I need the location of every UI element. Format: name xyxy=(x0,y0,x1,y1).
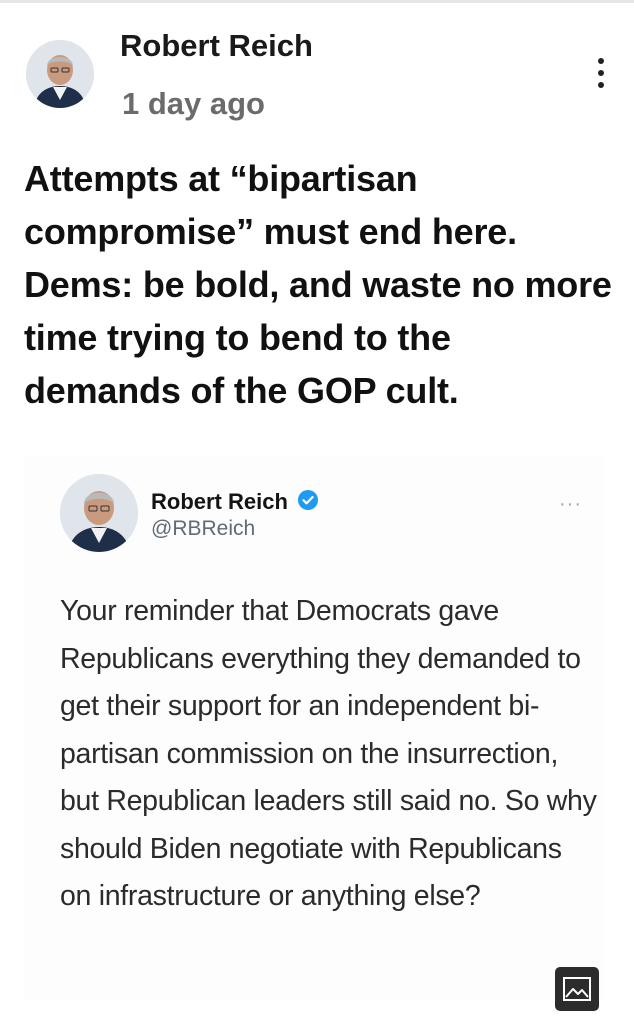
tweet-avatar xyxy=(60,474,138,552)
tweet-body: Your reminder that Democrats gave Republ… xyxy=(60,595,597,912)
post-body: Attempts at “bipartisan compromise” must… xyxy=(24,158,612,411)
image-icon[interactable] xyxy=(555,967,599,1011)
more-vertical-icon[interactable] xyxy=(590,58,612,98)
tweet-handle: @RBReich xyxy=(151,517,256,540)
tweet-more-icon: ··· xyxy=(559,493,582,515)
verified-badge-icon xyxy=(297,489,319,511)
post-timestamp: 1 day ago xyxy=(122,86,265,121)
post-author-name[interactable]: Robert Reich xyxy=(120,28,313,64)
top-divider xyxy=(0,0,634,3)
author-avatar[interactable] xyxy=(26,40,94,108)
tweet-author-name: Robert Reich xyxy=(151,489,288,514)
embedded-tweet-image: Robert Reich @RBReich ··· Your reminder … xyxy=(24,455,604,1000)
